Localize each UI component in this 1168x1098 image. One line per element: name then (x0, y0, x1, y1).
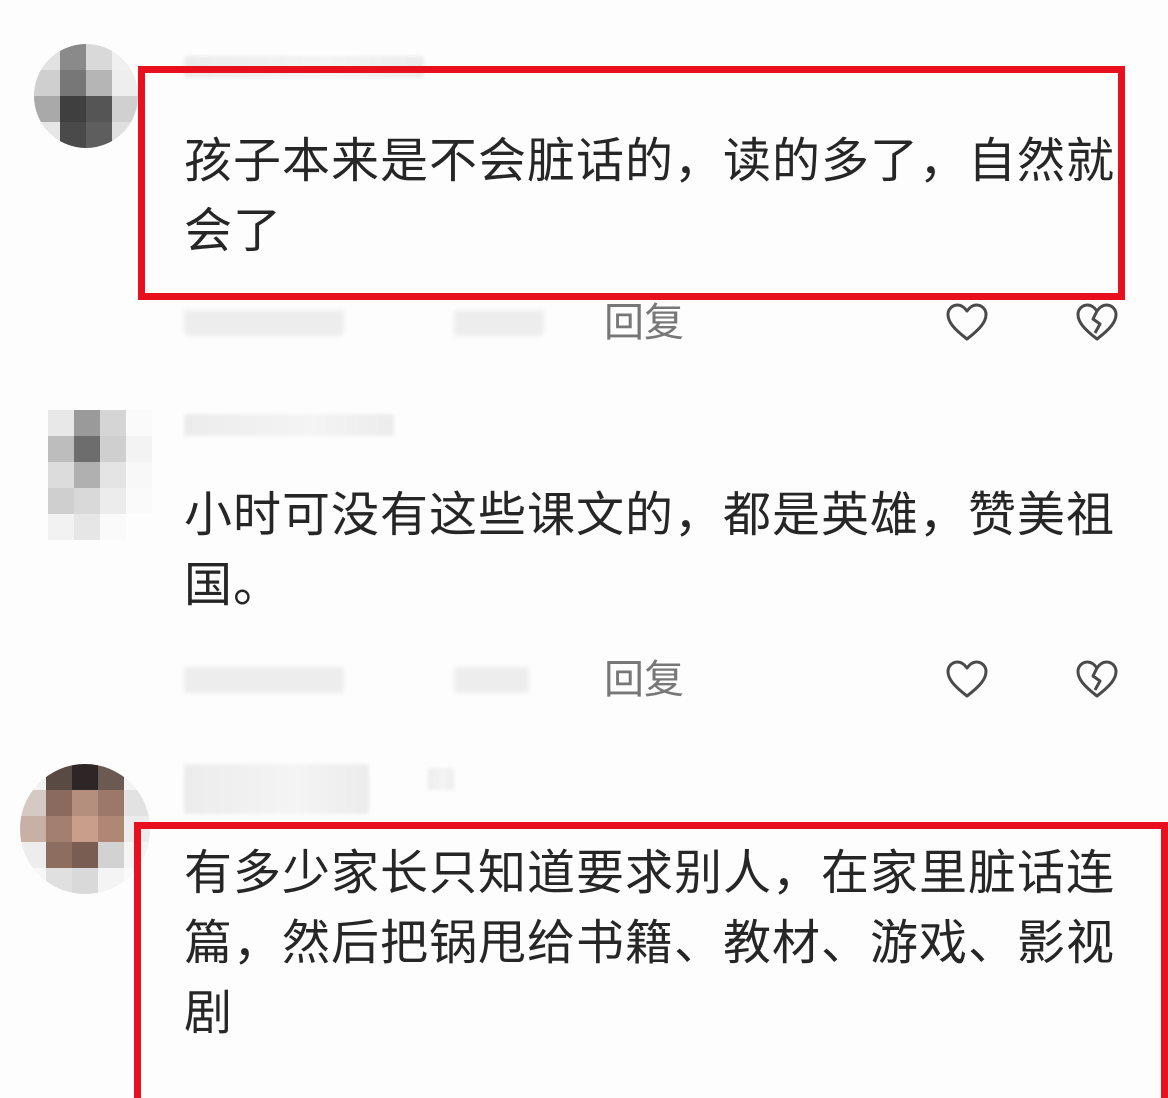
timestamp-blurred (184, 667, 344, 693)
location-blurred (454, 310, 544, 336)
comment-text: 小时可没有这些课文的，都是英雄，赞美祖国。 (184, 487, 1116, 613)
heart-outline-icon[interactable] (944, 300, 990, 346)
avatar[interactable] (48, 410, 152, 540)
comment-item: 有多少家长只知道要求别人，在家里脏话连篇，然后把锅甩给书籍、教材、游戏、影视剧 (0, 740, 1168, 1098)
broken-heart-icon[interactable] (1074, 300, 1120, 346)
comment-actions: 回复 (184, 298, 1144, 348)
username-blurred[interactable] (184, 764, 369, 814)
heart-outline-icon[interactable] (944, 657, 990, 703)
comment-item: 孩子本来是不会脏话的，读的多了，自然就会了 回复 (0, 0, 1168, 370)
highlight-box (138, 66, 1125, 300)
avatar[interactable] (20, 764, 150, 894)
comment-list: 孩子本来是不会脏话的，读的多了，自然就会了 回复 小时可没有这些课文的，都是英雄… (0, 0, 1168, 1098)
timestamp-blurred (184, 310, 344, 336)
highlight-box (134, 822, 1168, 1098)
reply-button[interactable]: 回复 (604, 655, 684, 705)
comment-item: 小时可没有这些课文的，都是英雄，赞美祖国。 回复 (0, 370, 1168, 740)
username-blurred[interactable] (184, 414, 394, 436)
username-blurred (428, 768, 454, 790)
broken-heart-icon[interactable] (1074, 657, 1120, 703)
comment-actions: 回复 (184, 655, 1144, 705)
avatar[interactable] (34, 44, 138, 148)
location-blurred (454, 667, 529, 693)
reply-button[interactable]: 回复 (604, 298, 684, 348)
